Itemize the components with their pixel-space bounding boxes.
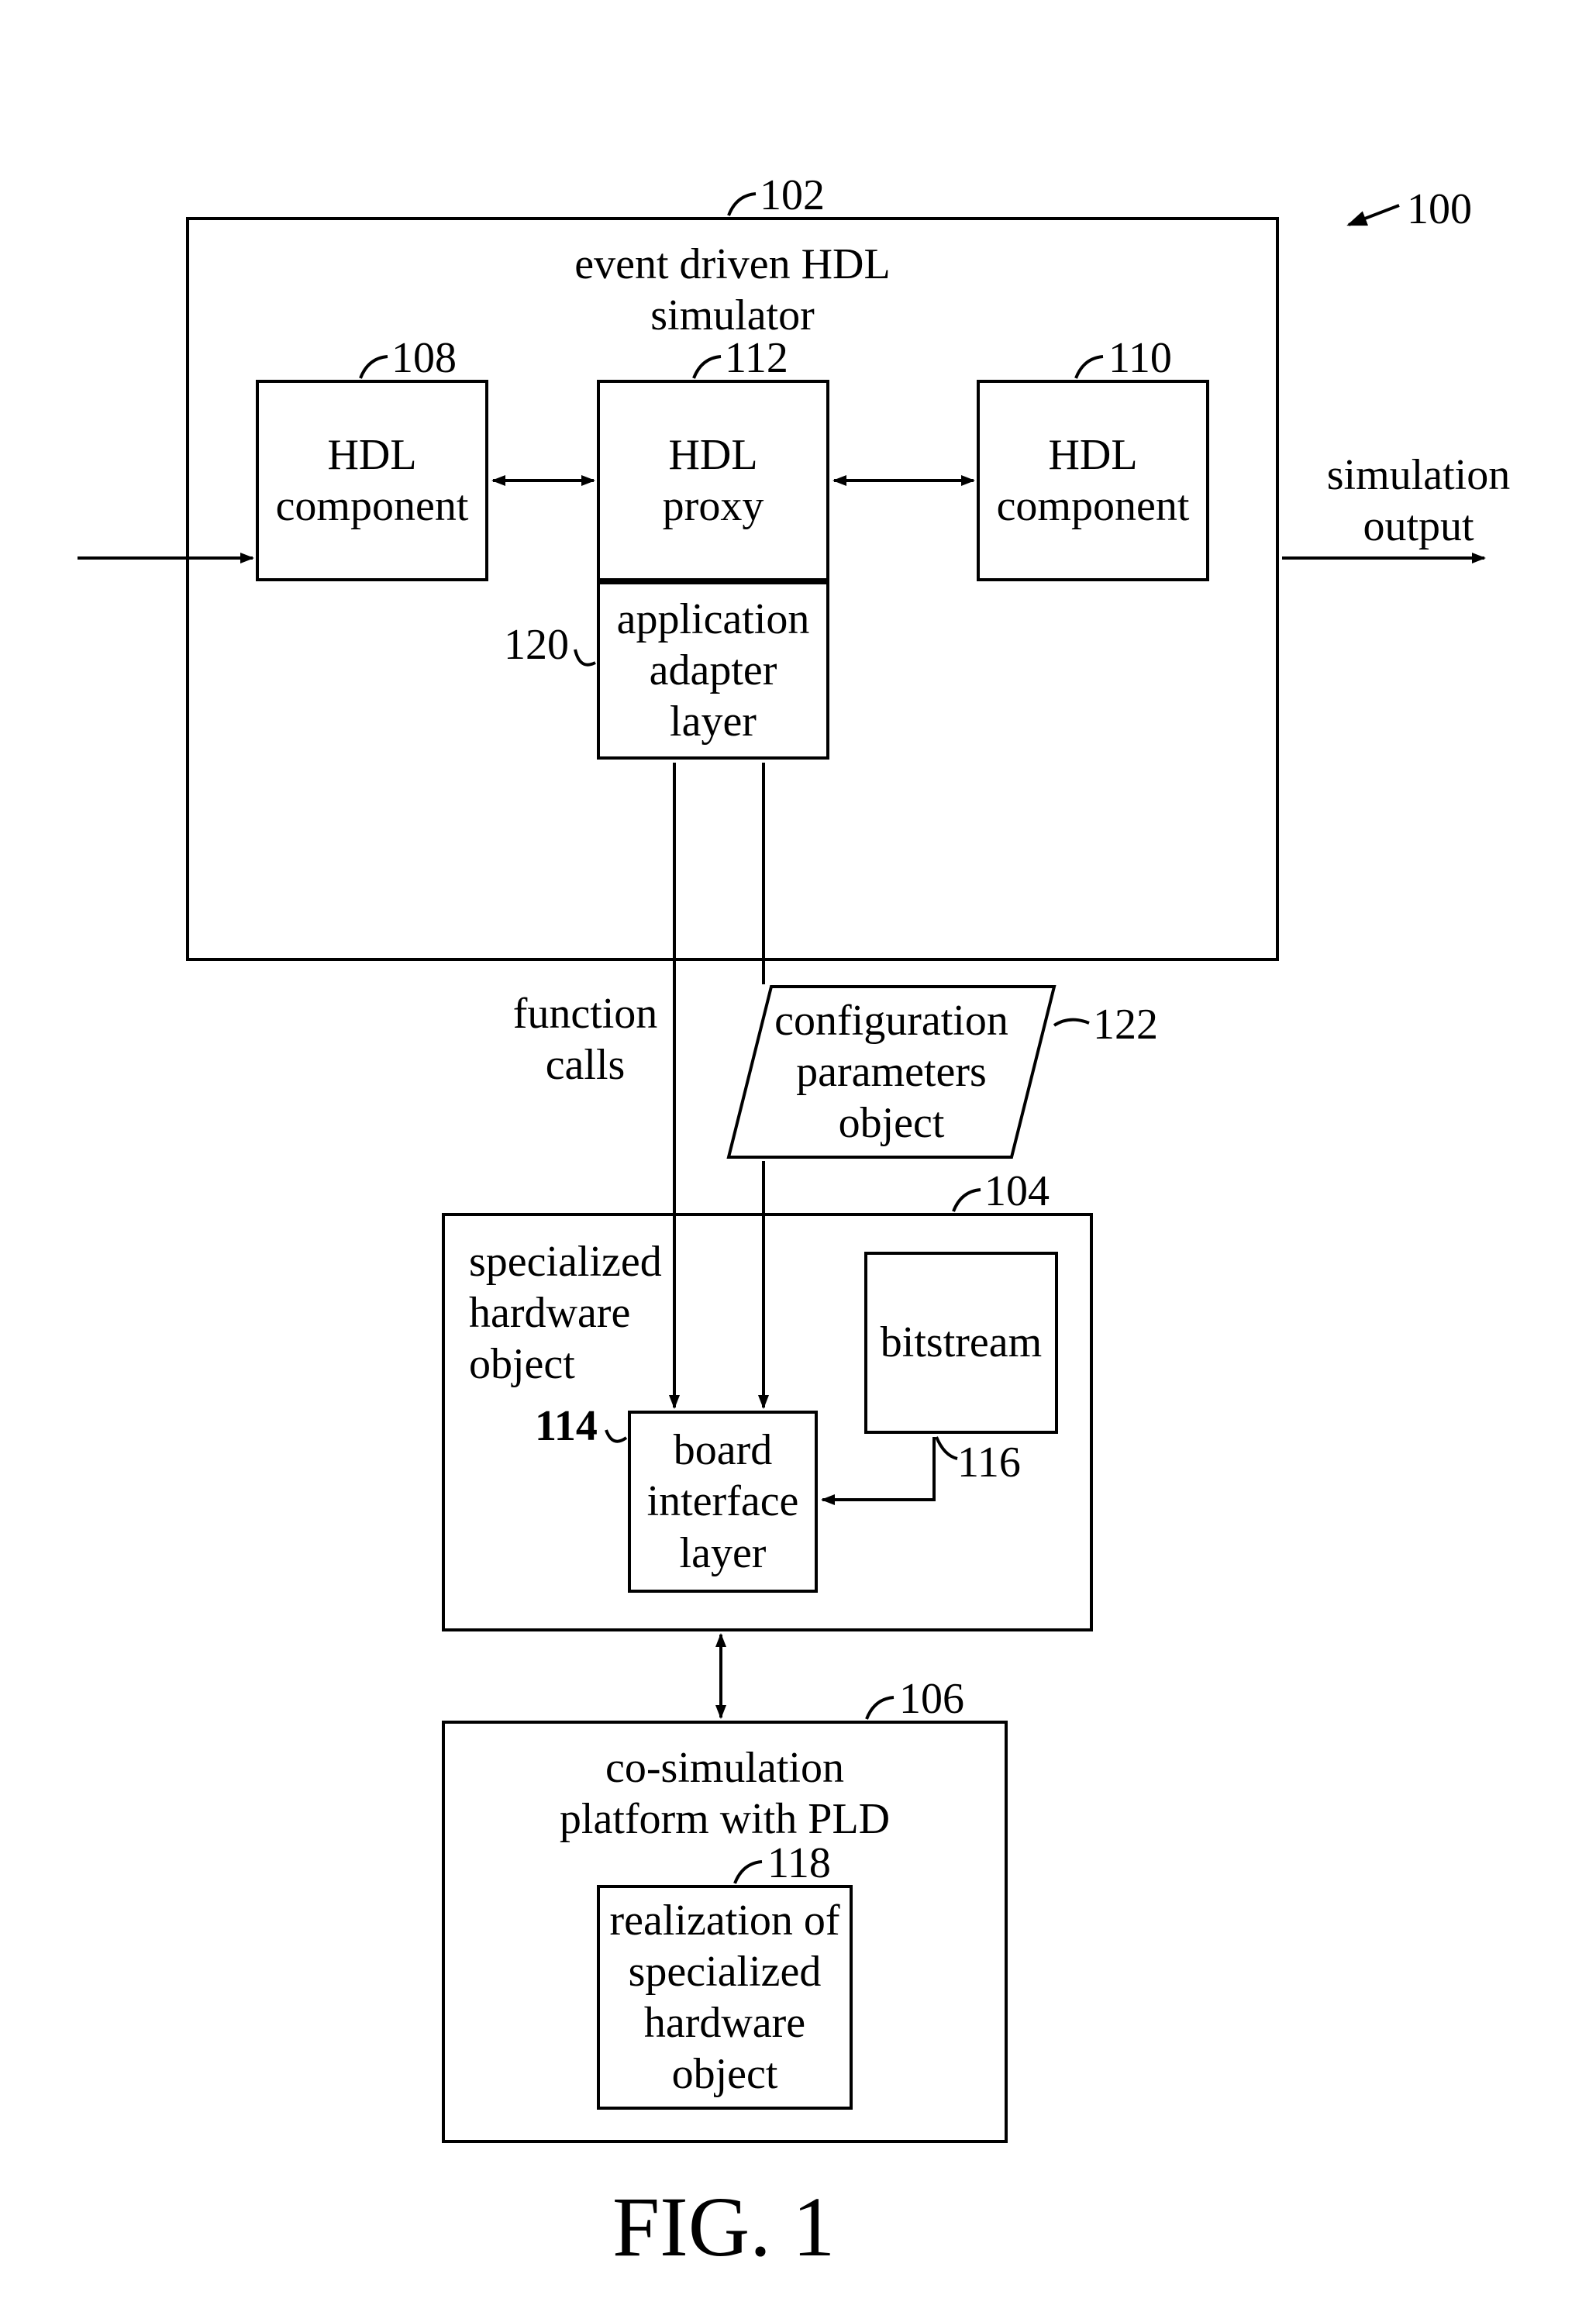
diagram-canvas: event driven HDL simulator HDL component… xyxy=(0,0,1596,2305)
connectors-overlay xyxy=(0,0,1596,2305)
